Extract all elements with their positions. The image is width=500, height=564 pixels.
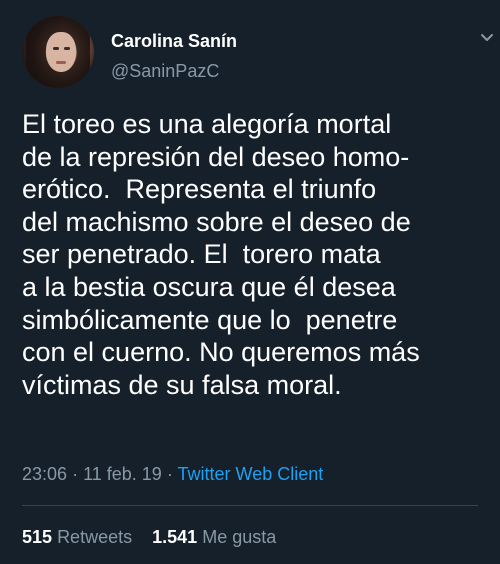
tweet-line: a la bestia oscura que él desea — [22, 271, 396, 302]
tweet-line: del machismo sobre el deseo de — [22, 206, 411, 237]
chevron-down-icon-svg — [481, 34, 493, 41]
tweet-stats: 515 Retweets 1.541 Me gusta — [22, 526, 276, 548]
chevron-down-icon[interactable] — [476, 26, 498, 48]
retweets-stat[interactable]: 515 Retweets — [22, 527, 137, 547]
tweet-line: simbólicamente que lo penetre — [22, 304, 398, 335]
tweet-time[interactable]: 23:06 — [22, 464, 67, 484]
likes-stat[interactable]: 1.541 Me gusta — [152, 527, 276, 547]
likes-count: 1.541 — [152, 527, 198, 547]
tweet-date[interactable]: 11 feb. 19 — [83, 464, 162, 484]
author-name[interactable]: Carolina Sanín — [111, 30, 237, 52]
avatar-mouth — [56, 61, 66, 64]
tweet-meta: 23:06 · 11 feb. 19 · Twitter Web Client — [22, 463, 323, 485]
avatar-right-eye — [64, 47, 70, 50]
meta-separator: · — [166, 464, 173, 484]
tweet-client-link[interactable]: Twitter Web Client — [178, 464, 324, 484]
tweet-line: víctimas de su falsa moral. — [22, 369, 342, 400]
tweet-line: erótico. Representa el triunfo — [22, 174, 377, 205]
tweet-line: ser penetrado. El torero mata — [22, 239, 381, 270]
avatar-face — [46, 32, 76, 72]
retweets-label: Retweets — [57, 527, 133, 547]
tweet-line: de la represión del deseo homo- — [22, 141, 410, 172]
author-handle[interactable]: @SaninPazC — [111, 60, 219, 82]
avatar[interactable] — [22, 16, 94, 88]
likes-label: Me gusta — [202, 527, 277, 547]
tweet-text: El toreo es una alegoría mortal de la re… — [22, 108, 492, 401]
divider — [22, 505, 478, 506]
retweets-count: 515 — [22, 527, 53, 547]
tweet-line: El toreo es una alegoría mortal — [22, 109, 392, 139]
tweet-card: Carolina Sanín @SaninPazC El toreo es un… — [0, 0, 500, 564]
meta-separator: · — [72, 464, 79, 484]
avatar-left-eye — [53, 47, 59, 50]
tweet-line: con el cuerno. No queremos más — [22, 337, 420, 368]
tweet-header: Carolina Sanín @SaninPazC — [22, 16, 493, 88]
